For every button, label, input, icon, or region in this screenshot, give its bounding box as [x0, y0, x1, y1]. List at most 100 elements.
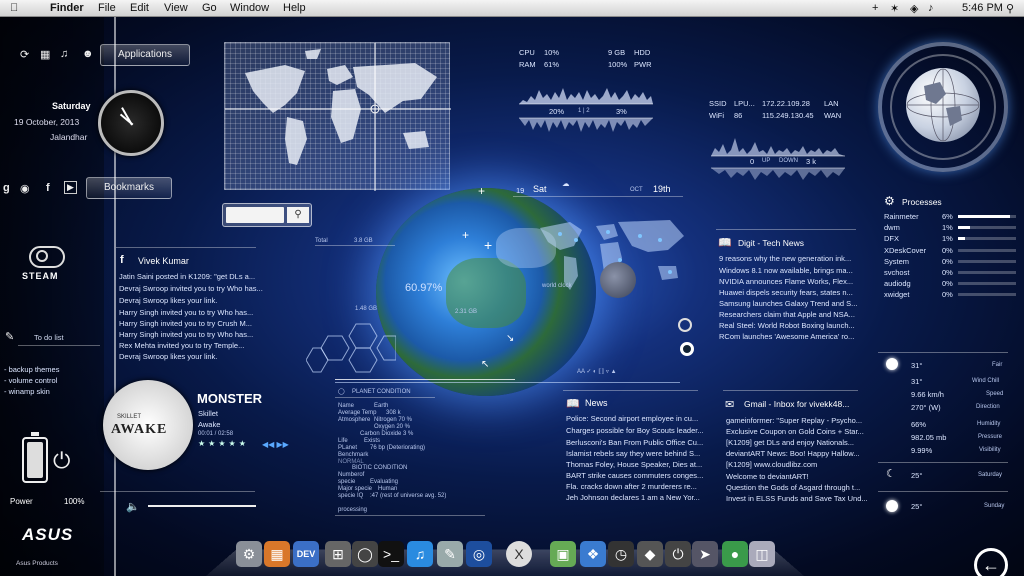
asus-logo[interactable]: ASUS [22, 525, 73, 545]
facebook-item[interactable]: Harry Singh invited you to try Crush M..… [119, 319, 252, 328]
dock-terminal-icon[interactable]: >_ [378, 541, 404, 567]
globe-ring-widget[interactable] [878, 42, 1008, 172]
dock-clock-icon[interactable]: ◷ [608, 541, 634, 567]
pencil-icon[interactable]: ✎ [5, 330, 14, 343]
back-arrow-button[interactable]: ← [974, 548, 1008, 576]
asus-products-label[interactable]: Asus Products [16, 560, 58, 567]
todo-item[interactable]: - winamp skin [4, 387, 50, 396]
news-item[interactable]: BART strike causes commuters conges... [566, 471, 703, 480]
speaker-icon[interactable]: 🔈 [126, 500, 140, 513]
dock-fox-icon[interactable]: ◆ [637, 541, 663, 567]
album-art[interactable]: SKILLET AWAKE [103, 380, 193, 470]
facebook-title[interactable]: Vivek Kumar [138, 256, 189, 266]
news-item[interactable]: Thomas Foley, House Speaker, Dies at... [566, 460, 702, 469]
world-clock-label[interactable]: world clock [542, 283, 572, 289]
news-item[interactable]: Berlusconi's Ban From Public Office Cu..… [566, 438, 703, 447]
news-item[interactable]: Islamist rebels say they were behind S..… [566, 449, 700, 458]
steam-label[interactable]: STEAM [22, 271, 59, 281]
facebook-item[interactable]: Harry Singh invited you to try Who has..… [119, 330, 253, 339]
process-name[interactable]: System [884, 257, 909, 266]
bluetooth-icon[interactable]: ✶ [890, 2, 899, 15]
technews-item[interactable]: Researchers claim that Apple and NSA... [719, 310, 855, 319]
world-map-widget[interactable] [224, 42, 451, 191]
facebook-item[interactable]: Devraj Swroop invited you to try Who has… [119, 284, 263, 293]
gmail-item[interactable]: Invest in ELSS Funds and Save Tax Und... [726, 494, 868, 503]
dock-dev-icon[interactable]: DEV [293, 541, 319, 567]
news-title[interactable]: News [585, 398, 608, 408]
news-item[interactable]: Police: Second airport employee in cu... [566, 414, 698, 423]
bookmarks-button[interactable]: Bookmarks [86, 177, 172, 199]
facebook-icon[interactable]: f [120, 254, 124, 266]
facebook-item[interactable]: Devraj Swroop likes your link. [119, 296, 217, 305]
dock-settings-icon[interactable]: ⚙ [236, 541, 262, 567]
dock-preview-icon[interactable]: ✎ [437, 541, 463, 567]
menu-file[interactable]: File [98, 2, 116, 14]
process-name[interactable]: XDeskCover [884, 246, 926, 255]
media-nav-icons[interactable]: ◀◀ ▶▶ [262, 440, 289, 449]
todo-item[interactable]: - backup themes [4, 365, 59, 374]
gmail-item[interactable]: [K1209] get DLs and enjoy Nationals... [726, 438, 854, 447]
facebook-icon[interactable]: f [46, 182, 50, 194]
news-item[interactable]: Charges possible for Boy Scouts leader..… [566, 426, 704, 435]
volume-icon[interactable]: ♪ [928, 2, 934, 14]
toggle-ring-icon[interactable] [680, 342, 694, 356]
process-name[interactable]: DFX [884, 234, 899, 243]
dock-evernote-icon[interactable]: ● [722, 541, 748, 567]
facebook-item[interactable]: Rex Mehta invited you to try Temple... [119, 341, 244, 350]
google-icon[interactable]: g [3, 182, 10, 194]
menu-go[interactable]: Go [202, 2, 217, 14]
plus-icon[interactable]: + [872, 2, 878, 14]
dock-trash-icon[interactable]: ◫ [749, 541, 775, 567]
process-name[interactable]: audiodg [884, 279, 911, 288]
technews-item[interactable]: NVIDIA announces Flame Works, Flex... [719, 277, 853, 286]
dock-power-icon[interactable]: ⏻ [665, 541, 691, 567]
todo-item[interactable]: - volume control [4, 376, 57, 385]
gmail-item[interactable]: [K1209] www.cloudlibz.com [726, 460, 817, 469]
dock-photo-icon[interactable]: ◯ [352, 541, 378, 567]
music-icon[interactable]: ♫ [60, 48, 68, 60]
technews-item[interactable]: Samsung launches Galaxy Trend and S... [719, 299, 857, 308]
menu-edit[interactable]: Edit [130, 2, 149, 14]
process-name[interactable]: xwidget [884, 290, 909, 299]
technews-title[interactable]: Digit - Tech News [738, 238, 804, 248]
applications-button[interactable]: Applications [100, 44, 190, 66]
gmail-item[interactable]: gameinformer: "Super Replay - Psycho... [726, 416, 862, 425]
dock-apps-icon[interactable]: ▦ [264, 541, 290, 567]
gmail-title[interactable]: Gmail - Inbox for vivekk48... [744, 399, 849, 409]
refresh-icon[interactable]: ⟳ [20, 48, 29, 61]
wifi-icon[interactable]: ◈ [910, 2, 918, 15]
volume-slider[interactable] [148, 505, 256, 507]
dock-osx-icon[interactable]: X [506, 541, 532, 567]
search-icon[interactable]: ⚲ [287, 207, 309, 223]
owl-icon[interactable]: ◉ [20, 182, 30, 195]
dock-globe-icon[interactable]: ◎ [466, 541, 492, 567]
facebook-item[interactable]: Devraj Swroop likes your link. [119, 352, 217, 361]
settings-ring-icon[interactable] [678, 318, 692, 332]
spotlight-icon[interactable]: ⚲ [1006, 2, 1014, 15]
menu-app-name[interactable]: Finder [50, 2, 84, 14]
media-controls[interactable]: AA ✓ ◐ ⟦⟧ ▿ ▲ [577, 368, 617, 375]
news-item[interactable]: Jeh Johnson declares 1 am a New Yor... [566, 493, 700, 502]
technews-item[interactable]: RCom launches 'Awesome America' ro... [719, 332, 854, 341]
gmail-item[interactable]: Welcome to deviantART! [726, 472, 809, 481]
facebook-item[interactable]: Jatin Saini posted in K1209: "get DLs a.… [119, 272, 255, 281]
menu-clock[interactable]: 5:46 PM [962, 2, 1003, 14]
rating-stars[interactable]: ★★★★★ [198, 439, 249, 448]
search-input[interactable] [226, 207, 284, 223]
dock-calculator-icon[interactable]: ⊞ [325, 541, 351, 567]
facebook-item[interactable]: Harry Singh invited you to try Who has..… [119, 308, 253, 317]
dock-safari-icon[interactable]: ❖ [580, 541, 606, 567]
gmail-item[interactable]: Exclusive Coupon on Gold Coins + Star... [726, 427, 864, 436]
process-name[interactable]: dwm [884, 223, 900, 232]
process-name[interactable]: Rainmeter [884, 212, 919, 221]
technews-item[interactable]: 9 reasons why the new generation ink... [719, 254, 851, 263]
todo-title[interactable]: To do list [34, 333, 64, 342]
news-item[interactable]: Fla. cracks down after 2 murderers re... [566, 482, 697, 491]
technews-item[interactable]: Huawei dispels security fears, states n.… [719, 288, 853, 297]
process-name[interactable]: svchost [884, 268, 909, 277]
dock-launchpad-icon[interactable]: ➤ [692, 541, 718, 567]
search-box[interactable]: ⚲ [222, 203, 312, 227]
dock-itunes-icon[interactable]: ♫ [407, 541, 433, 567]
technews-item[interactable]: Real Steel: World Robot Boxing launch... [719, 321, 855, 330]
technews-item[interactable]: Windows 8.1 now available, brings ma... [719, 266, 853, 275]
